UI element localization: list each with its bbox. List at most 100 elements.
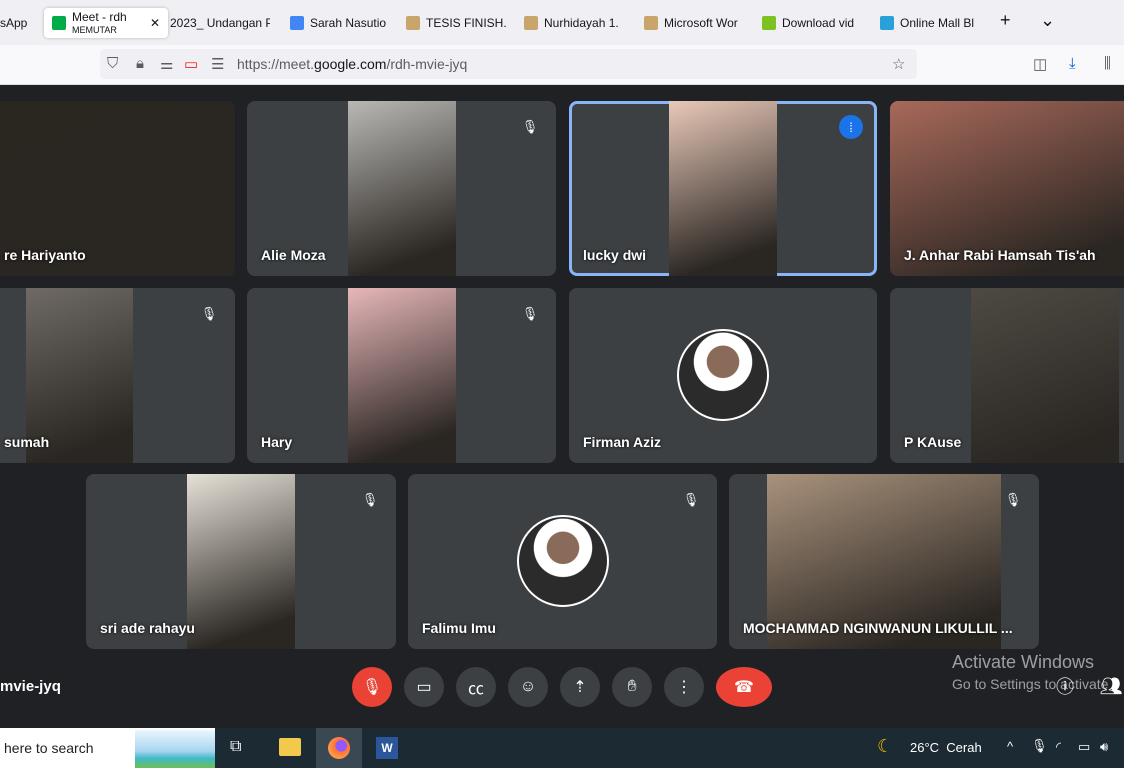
- tab-label: 2023_ Undangan P: [170, 16, 270, 30]
- tab-label: sApp: [0, 16, 27, 30]
- tab-bar: sApp Meet - rdh MEMUTAR ✕ 2023_ Undangan P Sa…: [0, 0, 1124, 45]
- image-icon: [524, 16, 538, 30]
- downloads-icon[interactable]: ⤓: [1069, 55, 1076, 72]
- meeting-info-icon[interactable]: ⓘ: [1052, 673, 1078, 699]
- participant-tile[interactable]: MOCHAMMAD NGINWANUN LIKULLIL ... 🎙︎: [729, 474, 1039, 649]
- participant-name: lucky dwi: [583, 247, 647, 263]
- tab-title: TESIS FINISH.p: [426, 16, 506, 30]
- tab-label: Meet - rdh MEMUTAR: [72, 11, 127, 36]
- participant-tile[interactable]: sri ade rahayu 🎙︎: [86, 474, 396, 649]
- download-icon: [762, 16, 776, 30]
- url-domain: google.com: [314, 56, 387, 72]
- microphone-off-icon: 🎙︎: [1001, 488, 1025, 512]
- file-explorer-icon[interactable]: [279, 738, 301, 756]
- more-options-icon: ⋮: [676, 679, 692, 696]
- taskbar-search[interactable]: here to search: [0, 728, 215, 768]
- image-icon: [644, 16, 658, 30]
- browser-tab[interactable]: Meet - rdh MEMUTAR ✕: [44, 8, 168, 38]
- browser-tab[interactable]: sApp: [0, 8, 38, 38]
- present-button[interactable]: ⇡: [560, 667, 600, 707]
- browser-tab[interactable]: Online Mall Bl: [880, 8, 980, 38]
- tab-title: Download vid: [782, 16, 855, 30]
- meeting-code: mvie-jyq: [0, 678, 61, 695]
- search-highlight-image: [135, 730, 215, 768]
- participant-tile[interactable]: J. Anhar Rabi Hamsah Tis'ah: [890, 101, 1124, 276]
- tab-label: Sarah Nasutio: [310, 16, 386, 30]
- tab-label: Microsoft Wor: [664, 16, 738, 30]
- tracking-shield-icon[interactable]: ⛉: [107, 55, 118, 72]
- close-tab-icon[interactable]: ✕: [150, 16, 160, 30]
- volume-icon[interactable]: 🔊︎: [1100, 739, 1108, 755]
- microphone-off-icon: 🎙︎: [358, 488, 382, 512]
- more-options-button[interactable]: ⋮: [664, 667, 704, 707]
- browser-tab[interactable]: Nurhidayah 1.: [524, 8, 624, 38]
- windows-taskbar: here to search ⧉ W ☾ 26°C Cerah ^ 🎙︎ ◜ ▭…: [0, 728, 1124, 768]
- emoji-button[interactable]: ☺: [508, 667, 548, 707]
- microphone-off-button[interactable]: 🎙︎: [352, 667, 392, 707]
- browser-tab[interactable]: Download vid: [762, 8, 862, 38]
- navigation-toolbar: https://meet. google.com/rdh-mvie-jyq ⛉ 🔒…: [0, 45, 1124, 85]
- microphone-off-icon: 🎙︎: [197, 302, 221, 326]
- pocket-icon[interactable]: ◫: [1033, 55, 1047, 73]
- participant-tile[interactable]: Falimu Imu 🎙︎: [408, 474, 717, 649]
- permissions-icon[interactable]: ⚌: [160, 55, 173, 73]
- firefox-taskbar-button[interactable]: [316, 728, 362, 768]
- microphone-off-icon: 🎙︎: [518, 302, 542, 326]
- browser-tab[interactable]: 2023_ Undangan P: [170, 8, 270, 38]
- video-feed: [187, 474, 295, 649]
- leave-call-button[interactable]: ☎︎: [716, 667, 772, 707]
- google-icon: [290, 16, 304, 30]
- tab-title: Microsoft Wor: [664, 16, 738, 30]
- camera-sharing-icon[interactable]: ▭: [184, 55, 198, 73]
- tab-playing-label: MEMUTAR: [72, 24, 117, 35]
- video-feed: [669, 101, 777, 276]
- participant-name: sumah: [4, 434, 50, 450]
- new-tab-button[interactable]: +: [1000, 10, 1011, 31]
- wifi-icon[interactable]: ◜: [1056, 739, 1061, 755]
- microphone-icon[interactable]: 🎙︎: [1031, 738, 1048, 754]
- library-icon[interactable]: ⫼: [1104, 55, 1111, 72]
- participant-avatar: [516, 515, 609, 607]
- reader-view-icon[interactable]: ☰: [211, 55, 224, 73]
- raise-hand-icon: ✋︎: [627, 678, 637, 695]
- raise-hand-button[interactable]: ✋︎: [612, 667, 652, 707]
- tab-list-button[interactable]: ⌄: [1040, 10, 1055, 31]
- weather-text[interactable]: 26°C Cerah: [910, 740, 982, 755]
- participant-tile[interactable]: sumah 🎙︎: [0, 288, 235, 463]
- captions-button[interactable]: ㏄: [456, 667, 496, 707]
- participant-tile[interactable]: re Hariyanto: [0, 101, 235, 276]
- participant-tile[interactable]: Firman Aziz: [569, 288, 877, 463]
- browser-tab[interactable]: TESIS FINISH.p: [406, 8, 506, 38]
- lock-icon[interactable]: 🔒︎: [136, 55, 144, 72]
- participant-name: MOCHAMMAD NGINWANUN LIKULLIL ...: [743, 620, 1013, 636]
- battery-icon[interactable]: ▭: [1078, 739, 1090, 755]
- tab-title: Sarah Nasutio: [310, 16, 387, 30]
- tab-label: TESIS FINISH.p: [426, 16, 506, 30]
- participant-tile[interactable]: P KAuse: [890, 288, 1124, 463]
- activate-windows-watermark: Activate Windows Go to Settings to activ…: [952, 652, 1108, 692]
- shop-icon: [880, 16, 894, 30]
- tab-label: Nurhidayah 1.: [544, 16, 619, 30]
- people-icon[interactable]: 👥︎: [1098, 673, 1124, 699]
- camera-icon: ▭: [416, 679, 432, 696]
- participant-name: J. Anhar Rabi Hamsah Tis'ah: [904, 247, 1096, 263]
- participant-name: sri ade rahayu: [100, 620, 195, 636]
- url-prefix: https://meet.: [237, 56, 315, 72]
- microphone-off-icon: 🎙︎: [679, 488, 703, 512]
- browser-tab[interactable]: Sarah Nasutio: [290, 8, 390, 38]
- tab-label: Download vid: [782, 16, 854, 30]
- task-view-icon[interactable]: ⧉: [230, 738, 241, 756]
- chevron-up-icon[interactable]: ^: [1007, 739, 1013, 754]
- leave-call-icon: ☎︎: [734, 679, 754, 696]
- participant-name: Hary: [261, 434, 293, 450]
- video-feed: [971, 288, 1119, 463]
- participant-tile[interactable]: lucky dwi ⁞: [569, 101, 877, 276]
- browser-tab[interactable]: Microsoft Wor: [644, 8, 744, 38]
- word-icon[interactable]: W: [376, 737, 398, 759]
- url-path: /rdh-mvie-jyq: [386, 56, 468, 72]
- video-feed: [347, 101, 456, 276]
- bookmark-star-icon[interactable]: ☆: [892, 55, 905, 73]
- participant-tile[interactable]: Hary 🎙︎: [247, 288, 556, 463]
- camera-button[interactable]: ▭: [404, 667, 444, 707]
- participant-tile[interactable]: Alie Moza 🎙︎: [247, 101, 556, 276]
